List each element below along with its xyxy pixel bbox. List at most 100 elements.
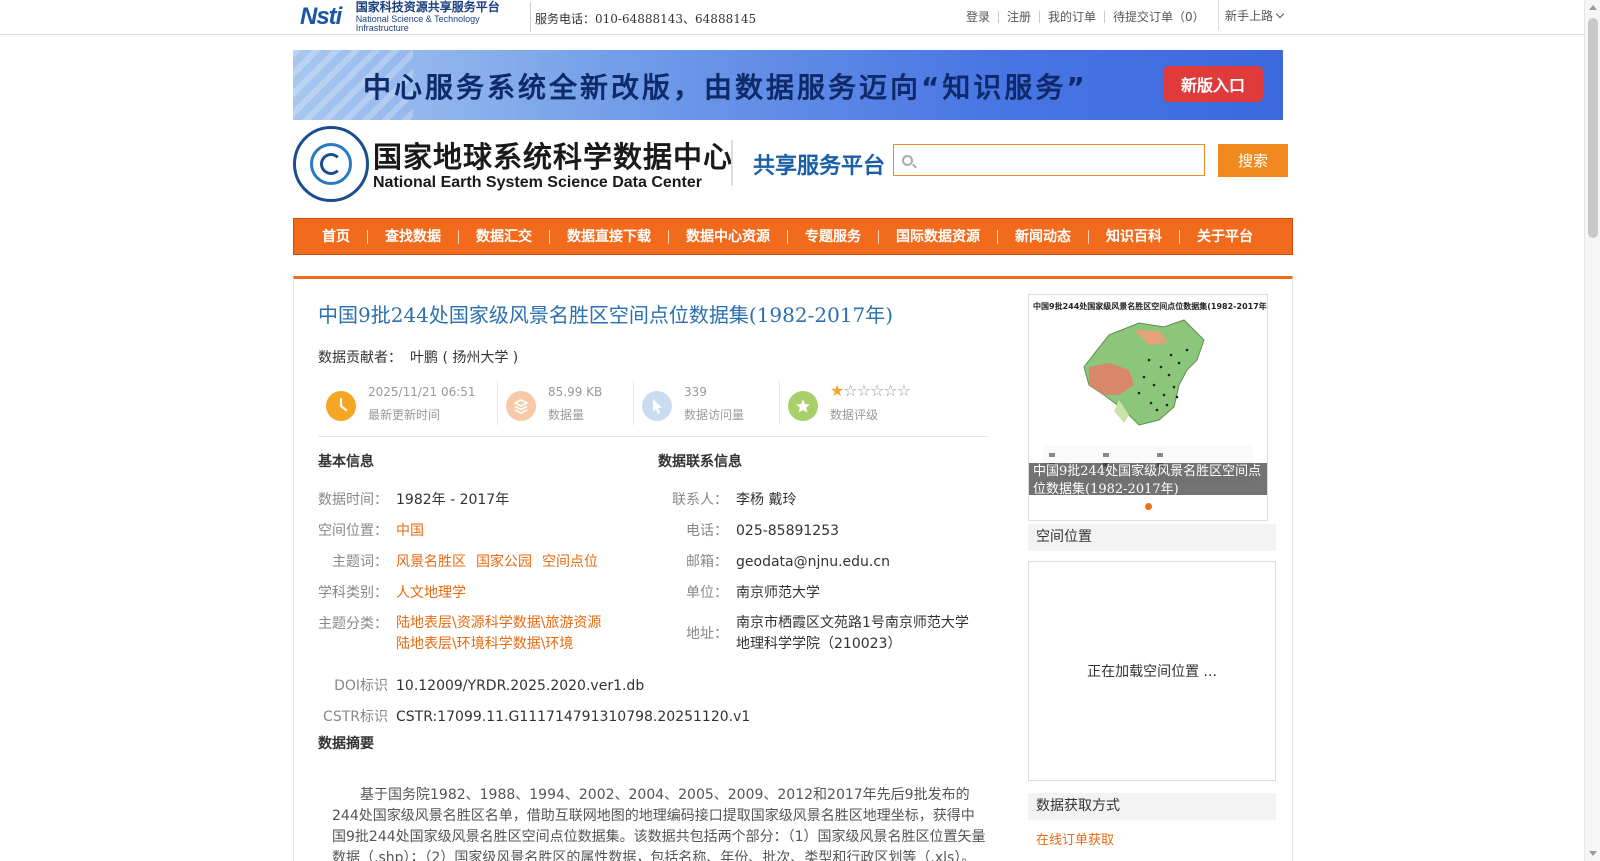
doi-value: 10.12009/YRDR.2025.2020.ver1.db <box>396 678 645 694</box>
contact-unit-value: 南京师范大学 <box>736 585 820 601</box>
contact-address-line: 南京市栖霞区文苑路1号南京师范大学 <box>736 615 969 631</box>
new-version-button[interactable]: 新版入口 <box>1163 66 1263 102</box>
spatial-location-map[interactable]: 正在加载空间位置 ... <box>1028 561 1276 781</box>
nav-international-data[interactable]: 国际数据资源 <box>878 229 997 244</box>
beginner-guide-label: 新手上路 <box>1225 8 1274 23</box>
spatial-location-title: 空间位置 <box>1028 524 1276 551</box>
dataset-contributor: 数据贡献者： 叶鹏 ( 扬州大学 ) <box>318 347 518 367</box>
site-name-cn: 国家地球系统科学数据中心 <box>373 140 734 174</box>
nsti-logo-en: National Science & Technology Infrastruc… <box>355 14 480 33</box>
stat-visits-value: 339 <box>684 385 707 399</box>
row-cstr: CSTR标识 CSTR:17099.11.G111714791310798.202… <box>323 709 751 725</box>
nsti-logo[interactable]: Nsti 国家科技资源共享服务平台 National Science & Tec… <box>300 0 528 33</box>
my-orders-link[interactable]: 我的订单 <box>1039 11 1104 23</box>
header-divider <box>731 140 733 186</box>
page-scrollbar[interactable] <box>1584 0 1600 861</box>
contact-phone-value: 025-85891253 <box>736 523 840 539</box>
star-badge-icon <box>788 391 818 421</box>
service-phone: 服务电话：010-64888143、64888145 <box>535 12 757 26</box>
nav-news[interactable]: 新闻动态 <box>997 229 1088 244</box>
beginner-guide-dropdown[interactable]: 新手上路 <box>1218 0 1290 30</box>
chevron-down-icon <box>1275 9 1285 18</box>
contact-address-line: 地理科学学院（210023） <box>736 636 902 652</box>
china-map-thumbnail <box>1083 319 1205 426</box>
contributor-label: 数据贡献者： <box>318 350 402 366</box>
location-link[interactable]: 中国 <box>396 523 424 539</box>
stat-size-value: 85.99 KB <box>548 385 603 399</box>
topbar-divider <box>530 2 531 32</box>
stat-updated-label: 最新更新时间 <box>368 408 441 422</box>
discipline-link[interactable]: 人文地理学 <box>396 585 466 601</box>
carousel-dot[interactable] <box>1145 503 1152 510</box>
search-button[interactable]: 搜索 <box>1218 144 1288 177</box>
row-category: 主题分类： 陆地表层\资源科学数据\旅游资源 陆地表层\环境科学数据\环境 <box>318 613 611 655</box>
star-icon[interactable]: ☆ <box>857 381 871 400</box>
online-order-link[interactable]: 在线订单获取 <box>1036 829 1114 848</box>
contact-info-title: 数据联系信息 <box>658 454 742 470</box>
map-loading-text: 正在加载空间位置 ... <box>1087 664 1217 680</box>
row-keywords: 主题词： 风景名胜区 国家公园 空间点位 <box>332 554 598 570</box>
platform-title: 共享服务平台 <box>753 154 886 179</box>
register-link[interactable]: 注册 <box>998 11 1039 23</box>
rating-stars[interactable]: ★☆☆☆☆☆ <box>830 381 911 400</box>
search-icon <box>902 155 913 166</box>
star-icon[interactable]: ☆ <box>897 381 911 400</box>
row-location: 空间位置： 中国 <box>318 523 424 539</box>
row-contact-person: 联系人： 李杨 戴玲 <box>672 492 797 508</box>
star-icon[interactable]: ☆ <box>843 381 857 400</box>
abstract-title: 数据摘要 <box>318 736 374 752</box>
site-header: 国家地球系统科学数据中心 National Earth System Scien… <box>293 126 1288 204</box>
scroll-up-arrow-icon[interactable] <box>1589 5 1597 10</box>
star-icon[interactable]: ☆ <box>883 381 897 400</box>
abstract-text: 基于国务院1982、1988、1994、2002、2004、2005、2009、… <box>332 787 986 861</box>
login-link[interactable]: 登录 <box>958 11 998 23</box>
row-discipline: 学科类别： 人文地理学 <box>318 585 466 601</box>
nav-home[interactable]: 首页 <box>310 230 367 244</box>
cursor-icon <box>642 391 672 421</box>
stat-updated: 2025/11/21 06:51 最新更新时间 <box>318 379 498 427</box>
stat-size-label: 数据量 <box>548 408 585 422</box>
stat-visits-label: 数据访问量 <box>684 408 745 422</box>
dataset-stats: 2025/11/21 06:51 最新更新时间 85.99 KB 数据量 339… <box>318 379 988 437</box>
data-center-seal-logo[interactable] <box>293 126 369 202</box>
nav-direct-download[interactable]: 数据直接下载 <box>549 229 668 244</box>
basic-info-title: 基本信息 <box>318 454 374 470</box>
pending-orders-link[interactable]: 待提交订单（0） <box>1104 11 1213 23</box>
data-access-title: 数据获取方式 <box>1028 793 1276 820</box>
keyword-link[interactable]: 国家公园 <box>476 554 532 570</box>
dataset-title: 中国9批244处国家级风景名胜区空间点位数据集(1982-2017年) <box>318 303 894 327</box>
row-doi: DOI标识 10.12009/YRDR.2025.2020.ver1.db <box>334 678 645 694</box>
preview-image-overlay-caption: 中国9批244处国家级风景名胜区空间点位数据集(1982-2017年) <box>1029 463 1267 495</box>
search-input[interactable] <box>920 149 1200 171</box>
keyword-link[interactable]: 空间点位 <box>542 554 598 570</box>
promo-banner[interactable]: 中心服务系统全新改版，由数据服务迈向“知识服务” 新版入口 <box>293 50 1283 120</box>
nav-knowledge-base[interactable]: 知识百科 <box>1088 229 1179 244</box>
search-box[interactable] <box>893 144 1205 176</box>
contact-person-value: 李杨 戴玲 <box>736 492 797 508</box>
top-bar: Nsti 国家科技资源共享服务平台 National Science & Tec… <box>0 0 1584 35</box>
dataset-content: 中国9批244处国家级风景名胜区空间点位数据集(1982-2017年) 数据贡献… <box>293 276 1293 861</box>
nav-topic-services[interactable]: 专题服务 <box>787 229 878 244</box>
row-contact-address: 地址： 南京市栖霞区文苑路1号南京师范大学 地理科学学院（210023） <box>658 613 969 655</box>
nav-data-submission[interactable]: 数据汇交 <box>458 229 549 244</box>
clock-icon <box>326 391 356 421</box>
stat-visits: 339 数据访问量 <box>634 379 780 427</box>
stat-size: 85.99 KB 数据量 <box>498 379 634 427</box>
scroll-down-arrow-icon[interactable] <box>1589 851 1597 856</box>
dataset-preview-image[interactable]: 中国9批244处国家级风景名胜区空间点位数据集(1982-2017年) 中国9批… <box>1028 294 1268 521</box>
data-time-value: 1982年 - 2017年 <box>396 492 510 508</box>
site-name-en: National Earth System Science Data Cente… <box>373 174 703 191</box>
scrollbar-thumb[interactable] <box>1588 18 1598 238</box>
category-link[interactable]: 陆地表层\环境科学数据\环境 <box>396 634 601 655</box>
nav-find-data[interactable]: 查找数据 <box>367 229 458 244</box>
stat-rating: ★☆☆☆☆☆ 数据评级 <box>780 379 980 427</box>
category-link[interactable]: 陆地表层\资源科学数据\旅游资源 <box>396 613 601 634</box>
nav-about[interactable]: 关于平台 <box>1179 229 1270 244</box>
star-icon[interactable]: ☆ <box>870 381 884 400</box>
stat-rating-label: 数据评级 <box>830 408 879 422</box>
star-icon[interactable]: ★ <box>830 381 844 400</box>
row-contact-unit: 单位： 南京师范大学 <box>686 585 820 601</box>
keyword-link[interactable]: 风景名胜区 <box>396 554 466 570</box>
nav-center-resources[interactable]: 数据中心资源 <box>668 229 787 244</box>
nsti-logo-cn: 国家科技资源共享服务平台 <box>355 0 500 14</box>
